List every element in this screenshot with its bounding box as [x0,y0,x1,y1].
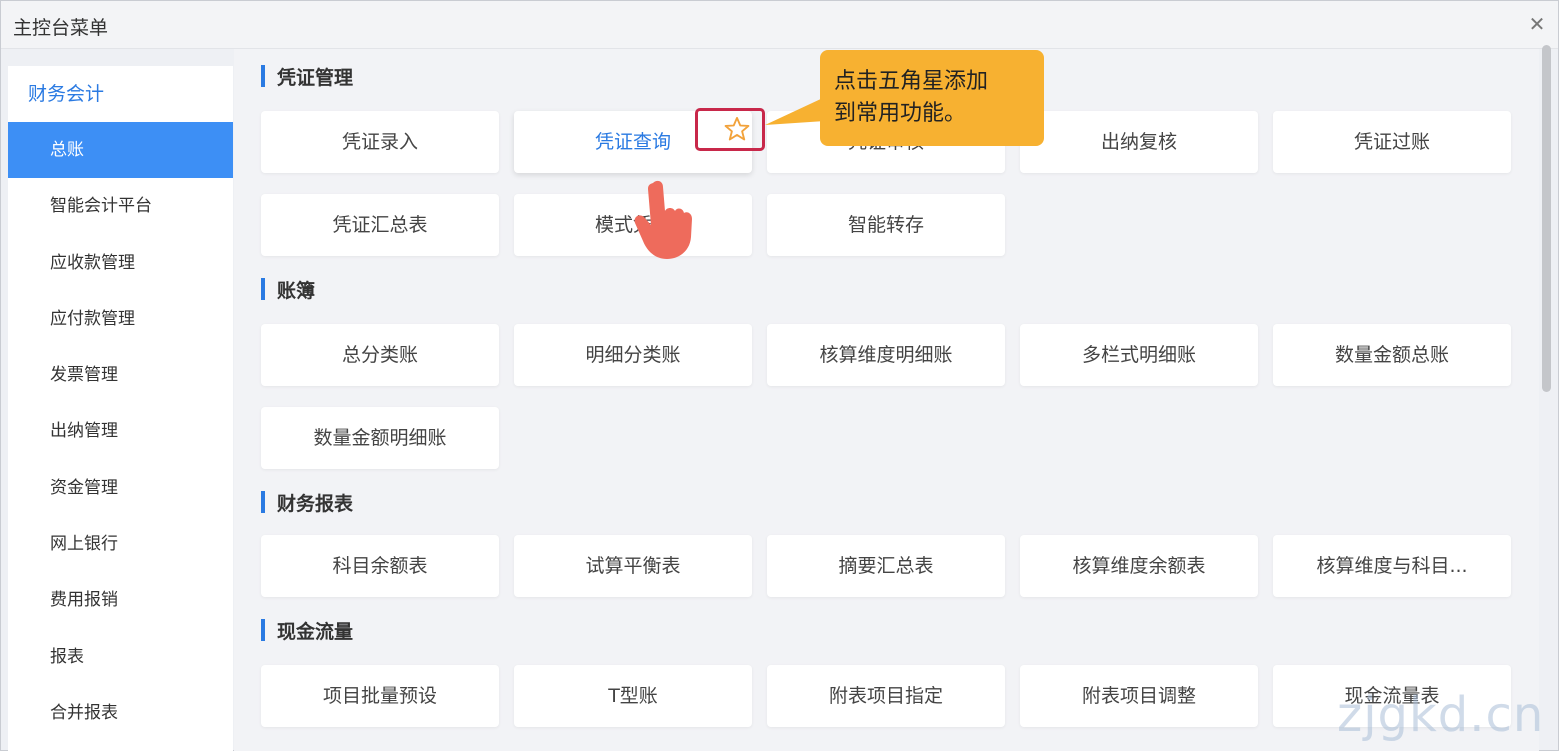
sidebar-item[interactable]: 应付款管理 [8,291,233,347]
menu-tile[interactable]: 核算维度明细账 [767,324,1005,386]
menu-tile[interactable]: 摘要汇总表 [767,535,1005,597]
menu-tile[interactable]: 多栏式明细账 [1020,324,1258,386]
section-financial-reports: 财务报表 [261,489,353,515]
sidebar-item[interactable]: 应收款管理 [8,235,233,291]
sidebar-item[interactable]: 费用报销 [8,572,233,628]
menu-content: 凭证管理 账簿 财务报表 现金流量 凭证录入凭证查询凭证审核出纳复核凭证过账凭证… [234,49,1539,751]
menu-tile[interactable]: 数量金额明细账 [261,407,499,469]
close-icon[interactable]: ✕ [1526,13,1548,35]
sidebar-module-title[interactable]: 财务会计 [8,66,233,122]
sidebar-item[interactable]: 报表 [8,629,233,685]
sidebar-item[interactable]: 智能会计平台 [8,178,233,234]
watermark: zjgkd.cn [1337,687,1545,743]
section-marker [261,619,265,641]
sidebar: 财务会计 总账 智能会计平台 应收款管理 应付款管理 发票管理 出纳管理 资金管理 网上银行费… [8,66,233,751]
menu-tile[interactable]: 附表项目调整 [1020,665,1258,727]
menu-tile[interactable]: 数量金额总账 [1273,324,1511,386]
menu-tile[interactable]: 科目余额表 [261,535,499,597]
menu-tile[interactable]: 凭证汇总表 [261,194,499,256]
window-title: 主控台菜单 [13,17,109,39]
sidebar-item[interactable]: 合并报表 [8,685,233,741]
section-title: 凭证管理 [277,66,354,89]
section-voucher-management: 凭证管理 [261,63,353,89]
sidebar-item[interactable]: 资金管理 [8,460,233,516]
menu-tile[interactable]: 智能转存 [767,194,1005,256]
title-bar: 主控台菜单 ✕ [1,1,1558,49]
sidebar-item[interactable]: 总账 [8,122,233,179]
menu-tile[interactable]: 出纳复核 [1020,111,1258,173]
menu-tile[interactable]: 凭证过账 [1273,111,1511,173]
sidebar-item[interactable]: 出纳管理 [8,403,233,459]
section-marker [261,491,265,513]
menu-tile[interactable]: T型账 [514,665,752,727]
sidebar-item[interactable]: 网上银行 [8,516,233,572]
callout-line-1: 点击五角星添加 [834,69,989,94]
menu-tile[interactable]: 核算维度余额表 [1020,535,1258,597]
section-title: 现金流量 [277,620,354,643]
callout-line-2: 到常用功能。 [834,101,967,126]
menu-tile[interactable]: 试算平衡表 [514,535,752,597]
callout-pointer [765,97,825,125]
section-title: 财务报表 [277,492,354,515]
menu-tile[interactable]: 附表项目指定 [767,665,1005,727]
section-ledgers: 账簿 [261,276,315,302]
section-cash-flow: 现金流量 [261,617,353,643]
section-title: 账簿 [277,279,316,302]
tip-callout: 点击五角星添加 到常用功能。 [820,50,1044,146]
main-console-window: 主控台菜单 ✕ 财务会计 总账 智能会计平台 应收款管理 应付款管理 发票管理 出纳管理资… [0,0,1559,751]
menu-tile[interactable]: 核算维度与科目... [1273,535,1511,597]
section-marker [261,65,265,87]
menu-tile[interactable]: 总分类账 [261,324,499,386]
pointing-hand-icon [634,180,692,259]
menu-tile[interactable]: 凭证录入 [261,111,499,173]
star-icon[interactable] [723,115,751,143]
menu-tile[interactable]: 明细分类账 [514,324,752,386]
section-marker [261,278,265,300]
sidebar-item[interactable]: 发票管理 [8,347,233,403]
menu-tile[interactable]: 项目批量预设 [261,665,499,727]
scrollbar-thumb[interactable] [1542,45,1551,392]
